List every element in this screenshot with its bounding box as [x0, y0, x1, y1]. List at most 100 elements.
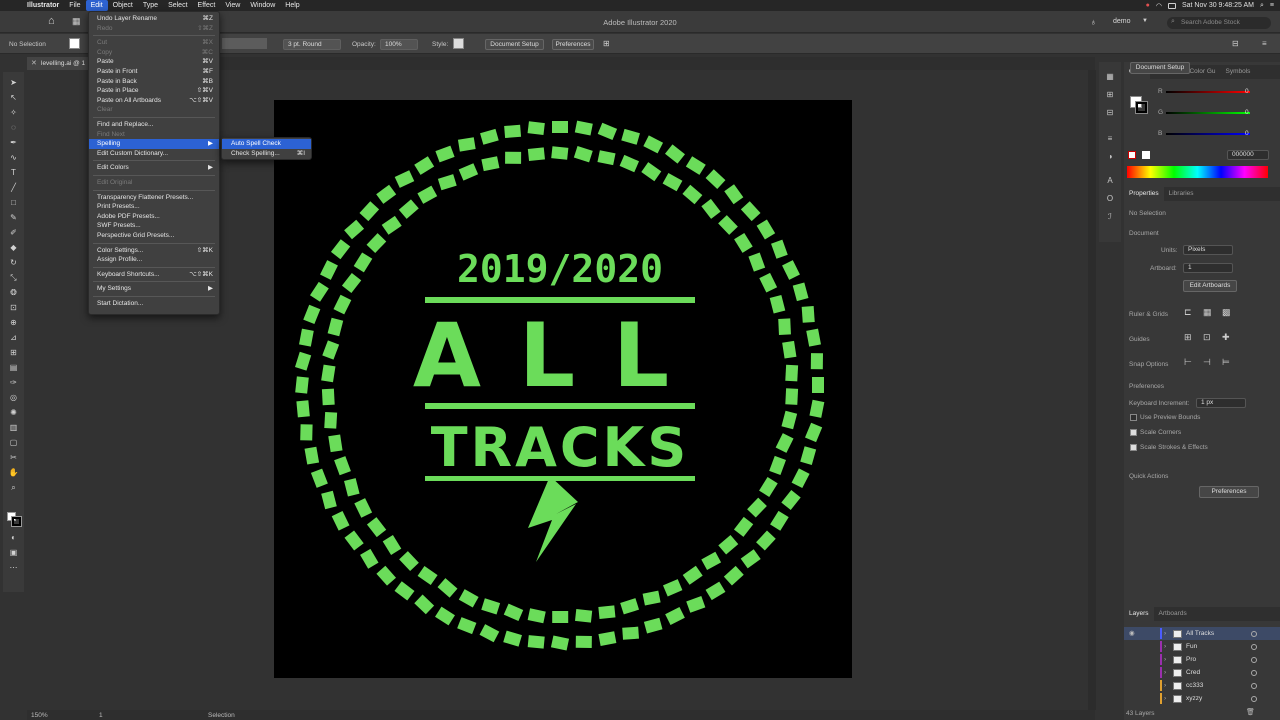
search-stock-input[interactable]: Search Adobe Stock — [1167, 17, 1271, 29]
quick-preferences-button[interactable]: Preferences — [1199, 486, 1259, 498]
close-icon[interactable]: ✕ — [31, 59, 37, 67]
edit-menu-item[interactable]: Paste in Front ⌘F — [89, 67, 219, 77]
target-icon[interactable] — [1251, 644, 1257, 650]
layer-row[interactable]: › Fun — [1124, 640, 1280, 653]
edit-menu-item[interactable]: SWF Presets... — [89, 221, 219, 231]
lightbulb-icon[interactable]: ♁ — [1090, 17, 1097, 27]
menu-object[interactable]: Object — [108, 0, 138, 11]
opacity-input[interactable]: 100% — [380, 39, 418, 50]
zoom-level[interactable]: 150% — [31, 712, 48, 719]
edit-menu-item[interactable]: Paste in Back ⌘B — [89, 77, 219, 87]
drawing-mode-icon[interactable]: ◐ — [8, 533, 19, 542]
graph-tool-icon[interactable]: ▥ — [8, 423, 19, 432]
menu-effect[interactable]: Effect — [193, 0, 221, 11]
units-select[interactable]: Pixels — [1183, 245, 1233, 255]
keyboard-increment-input[interactable]: 1 px — [1196, 398, 1246, 408]
stroke-dock-icon[interactable]: ≡ — [1105, 134, 1115, 143]
scale-tool-icon[interactable]: ⤡ — [8, 273, 19, 282]
none-swatch[interactable] — [1128, 151, 1136, 159]
edit-toolbar-icon[interactable]: ⋯ — [8, 563, 19, 572]
shape-builder-tool-icon[interactable]: ⊕ — [8, 318, 19, 327]
snap-to-pixel-icon[interactable]: ⊨ — [1222, 357, 1230, 368]
edit-menu-item[interactable]: Undo Layer Rename ⌘Z — [89, 14, 219, 24]
menu-edit[interactable]: Edit — [85, 0, 108, 11]
edit-menu-item[interactable]: Adobe PDF Presets... — [89, 212, 219, 222]
transform-icon[interactable]: ⊞ — [603, 39, 610, 48]
edit-menu-item[interactable]: Edit Colors ▶ — [89, 163, 219, 173]
scale-strokes-checkbox[interactable] — [1130, 444, 1137, 451]
shaper-tool-icon[interactable]: ✐ — [8, 228, 19, 237]
swatches-dock-icon[interactable]: ▦ — [1105, 72, 1115, 81]
lock-guides-icon[interactable]: ⊡ — [1203, 332, 1211, 343]
expand-arrow-icon[interactable]: › — [1164, 653, 1166, 666]
layer-row[interactable]: › xyzzy — [1124, 692, 1280, 705]
edit-menu-item[interactable]: Start Dictation... — [89, 299, 219, 309]
g-slider[interactable] — [1166, 112, 1250, 114]
expand-arrow-icon[interactable]: › — [1164, 666, 1166, 679]
stroke-profile[interactable] — [222, 38, 267, 49]
menu-app-name[interactable]: Illustrator — [22, 0, 64, 11]
artboard-select[interactable]: 1 — [1183, 263, 1233, 273]
slice-tool-icon[interactable]: ✂ — [8, 453, 19, 462]
align-icon[interactable]: ⊟ — [1232, 39, 1239, 48]
battery-icon[interactable] — [1167, 2, 1176, 9]
fill-swatch[interactable] — [69, 38, 80, 49]
opentype-dock-icon[interactable]: O — [1105, 194, 1115, 203]
target-icon[interactable] — [1251, 683, 1257, 689]
target-icon[interactable] — [1251, 631, 1257, 637]
tab-properties[interactable]: Properties — [1124, 187, 1164, 201]
layer-row[interactable]: › Cred — [1124, 666, 1280, 679]
appearance-dock-icon[interactable]: ◑ — [1105, 152, 1115, 161]
home-icon[interactable]: ⌂ — [48, 15, 55, 27]
edit-artboards-button[interactable]: Edit Artboards — [1183, 280, 1237, 292]
rotate-tool-icon[interactable]: ↻ — [8, 258, 19, 267]
zoom-tool-icon[interactable]: ⌕ — [8, 483, 19, 492]
b-value[interactable]: 0 — [1245, 130, 1249, 137]
ruler-icon[interactable]: ⊏ — [1184, 307, 1192, 318]
magic-wand-tool-icon[interactable]: ✧ — [8, 108, 19, 117]
tab-artboards[interactable]: Artboards — [1154, 607, 1192, 621]
snap-to-point-icon[interactable]: ⊢ — [1184, 357, 1192, 368]
layer-name[interactable]: xyzzy — [1186, 692, 1202, 705]
quick-document-setup-button[interactable]: Document Setup — [1130, 62, 1190, 74]
line-tool-icon[interactable]: ╱ — [8, 183, 19, 192]
transform-dock-icon[interactable]: ⊞ — [1105, 90, 1115, 99]
edit-menu-item[interactable]: Edit Custom Dictionary... — [89, 149, 219, 159]
blend-tool-icon[interactable]: ◎ — [8, 393, 19, 402]
hex-input[interactable]: 000000 — [1227, 150, 1269, 160]
arrange-documents-icon[interactable]: ▦ — [72, 16, 81, 27]
lasso-tool-icon[interactable]: ◌ — [8, 123, 19, 132]
warp-tool-icon[interactable]: ❂ — [8, 288, 19, 297]
control-center-icon[interactable]: ≡ — [1270, 2, 1274, 9]
b-slider[interactable] — [1166, 133, 1250, 135]
workspace-switcher[interactable]: demo — [1113, 18, 1131, 25]
artboard[interactable]: 2019/2020 ALL TRACKS — [274, 100, 852, 678]
snap-to-grid-icon[interactable]: ⊣ — [1203, 357, 1211, 368]
edit-menu-item[interactable]: Perspective Grid Presets... — [89, 231, 219, 241]
layer-name[interactable]: All Tracks — [1186, 627, 1214, 640]
expand-arrow-icon[interactable]: › — [1164, 627, 1166, 640]
document-tab[interactable]: levelling.ai @ 1 — [27, 57, 93, 70]
style-swatch[interactable] — [453, 38, 464, 49]
expand-arrow-icon[interactable]: › — [1164, 640, 1166, 653]
layer-name[interactable]: Pro — [1186, 653, 1196, 666]
status-mode[interactable]: Selection — [208, 712, 235, 719]
preferences-button[interactable]: Preferences — [552, 39, 594, 50]
delete-layer-icon[interactable]: 🗑 — [1246, 708, 1255, 716]
paintbrush-tool-icon[interactable]: ✎ — [8, 213, 19, 222]
menu-file[interactable]: File — [64, 0, 85, 11]
stroke-color-icon[interactable] — [11, 516, 22, 527]
type-tool-icon[interactable]: T — [8, 168, 19, 177]
rectangle-tool-icon[interactable]: □ — [8, 198, 19, 207]
menu-window[interactable]: Window — [245, 0, 280, 11]
menu-help[interactable]: Help — [280, 0, 304, 11]
screen-mode-icon[interactable]: ▣ — [8, 548, 19, 557]
selection-tool-icon[interactable]: ➤ — [8, 78, 19, 87]
edit-menu-item[interactable]: Paste on All Artboards ⌥⇧⌘V — [89, 96, 219, 106]
artboard-navigator[interactable]: 1 — [99, 712, 103, 719]
stroke-swatch-color[interactable] — [1135, 101, 1148, 114]
r-value[interactable]: 0 — [1245, 88, 1249, 95]
hand-tool-icon[interactable]: ✋ — [8, 468, 19, 477]
wifi-icon[interactable]: ◠ — [1156, 2, 1162, 10]
edit-menu-item[interactable]: Find and Replace... — [89, 120, 219, 130]
